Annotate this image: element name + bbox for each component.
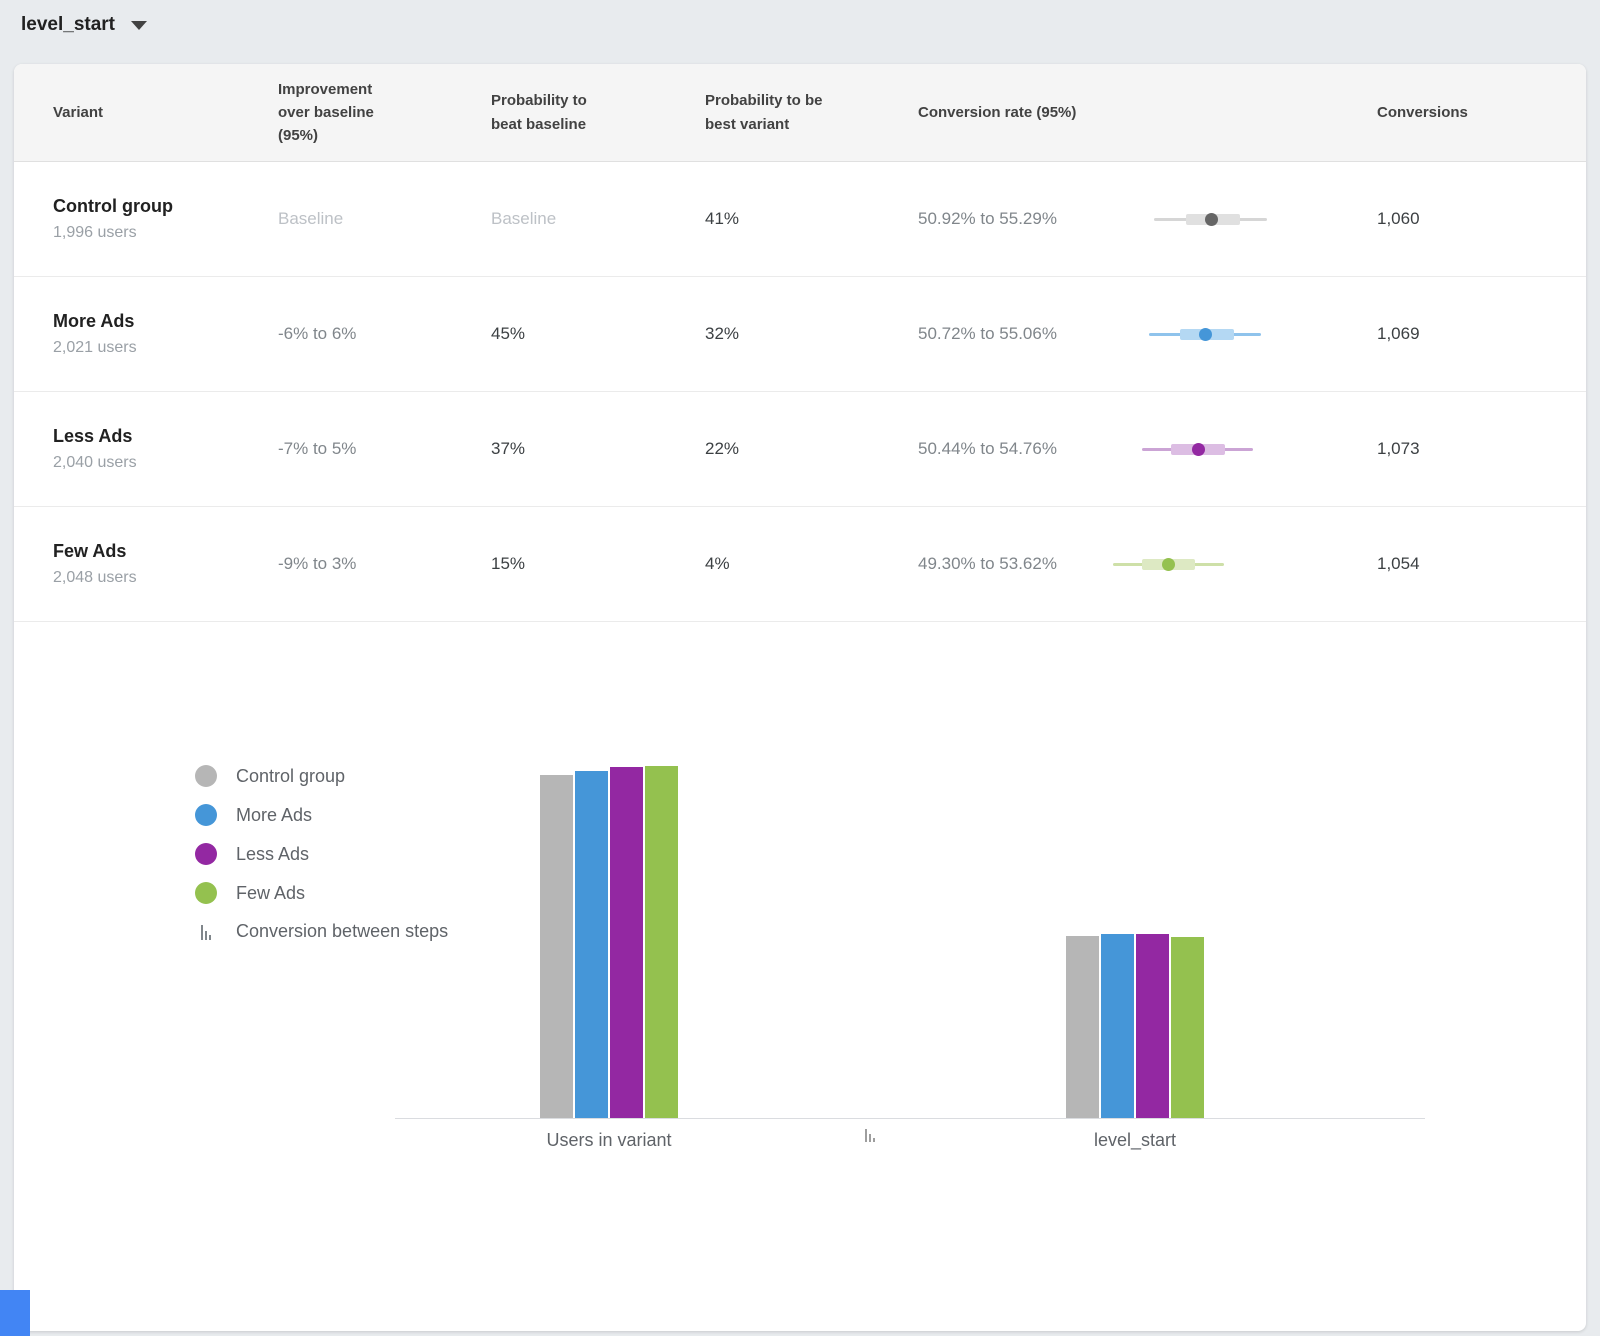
variant-cell: Few Ads 2,048 users xyxy=(53,541,278,587)
variant-user-count: 2,048 users xyxy=(53,569,278,587)
legend-color-swatch xyxy=(195,804,217,826)
conversions-count: 1,069 xyxy=(1377,324,1586,344)
legend-color-swatch xyxy=(195,765,217,787)
variant-user-count: 2,021 users xyxy=(53,339,278,357)
improvement-over-baseline-value: -7% to 5% xyxy=(278,439,491,459)
interval-median-dot xyxy=(1192,443,1205,456)
bar xyxy=(1171,937,1204,1118)
bar xyxy=(645,766,678,1118)
category-axis-label: level_start xyxy=(1066,1130,1204,1151)
conversion-rate-range: 50.92% to 55.29% xyxy=(918,209,1105,229)
conversion-rate-range: 50.72% to 55.06% xyxy=(918,324,1105,344)
conversion-between-steps-icon xyxy=(195,924,217,940)
bottom-left-partial-button[interactable] xyxy=(0,1290,30,1336)
event-selector[interactable]: level_start xyxy=(21,14,147,36)
legend-label: Few Ads xyxy=(236,883,305,904)
interval-median-dot xyxy=(1162,558,1175,571)
conversion-rate-interval-chart xyxy=(1105,438,1377,460)
experiment-results-card: Variant Improvement over baseline (95%) … xyxy=(14,64,1586,1331)
legend-label: Control group xyxy=(236,766,345,787)
topbar: level_start xyxy=(0,0,1600,50)
bar xyxy=(540,775,573,1118)
column-header-conversion-rate: Conversion rate (95%) xyxy=(918,101,1377,124)
column-header-variant: Variant xyxy=(53,101,278,124)
improvement-over-baseline-value: -6% to 6% xyxy=(278,324,491,344)
variant-user-count: 2,040 users xyxy=(53,454,278,472)
table-row: Few Ads 2,048 users-9% to 3%15%4%49.30% t… xyxy=(14,507,1586,622)
category-axis-label: Users in variant xyxy=(540,1130,678,1151)
probability-best-variant-value: 22% xyxy=(705,439,918,459)
column-header-prob-best-variant: Probability to be best variant xyxy=(705,89,825,136)
bar-group xyxy=(1066,934,1204,1118)
legend-label: More Ads xyxy=(236,805,312,826)
column-header-prob-beat-baseline: Probability to beat baseline xyxy=(491,89,611,136)
variant-name: Less Ads xyxy=(53,426,278,447)
column-header-improvement: Improvement over baseline (95%) xyxy=(278,78,398,148)
conversions-count: 1,073 xyxy=(1377,439,1586,459)
probability-beat-baseline-value: 45% xyxy=(491,324,705,344)
legend-color-swatch xyxy=(195,882,217,904)
variant-cell: Control group 1,996 users xyxy=(53,196,278,242)
table-row: Control group1,996 usersBaselineBaseline… xyxy=(14,162,1586,277)
variant-name: Control group xyxy=(53,196,278,217)
variant-cell: More Ads 2,021 users xyxy=(53,311,278,357)
conversion-rate-interval-chart xyxy=(1105,553,1377,575)
variant-name: Few Ads xyxy=(53,541,278,562)
conversion-rate-interval-chart xyxy=(1105,208,1377,230)
bar xyxy=(1136,934,1169,1118)
bar xyxy=(610,767,643,1118)
bar-chart-plot: Users in variantlevel_start xyxy=(395,622,1425,1119)
conversion-rate-interval-chart xyxy=(1105,323,1377,345)
conversion-rate-range: 50.44% to 54.76% xyxy=(918,439,1105,459)
improvement-over-baseline-value: -9% to 3% xyxy=(278,554,491,574)
probability-best-variant-value: 41% xyxy=(705,209,918,229)
event-selector-label: level_start xyxy=(21,14,115,36)
probability-beat-baseline-value: 15% xyxy=(491,554,705,574)
interval-median-dot xyxy=(1205,213,1218,226)
legend-color-swatch xyxy=(195,843,217,865)
probability-beat-baseline-value: Baseline xyxy=(491,209,705,229)
legend-label: Less Ads xyxy=(236,844,309,865)
variant-cell: Less Ads 2,040 users xyxy=(53,426,278,472)
conversions-count: 1,054 xyxy=(1377,554,1586,574)
bar-group xyxy=(540,766,678,1118)
funnel-chart-section: Control groupMore AdsLess AdsFew AdsConv… xyxy=(14,622,1586,1331)
bar xyxy=(1101,934,1134,1118)
chevron-down-icon xyxy=(131,21,147,30)
conversion-between-steps-icon xyxy=(865,1128,875,1142)
interval-median-dot xyxy=(1199,328,1212,341)
table-row: More Ads 2,021 users-6% to 6%45%32%50.72%… xyxy=(14,277,1586,392)
probability-beat-baseline-value: 37% xyxy=(491,439,705,459)
probability-best-variant-value: 4% xyxy=(705,554,918,574)
table-header-row: Variant Improvement over baseline (95%) … xyxy=(14,64,1586,162)
table-row: Less Ads 2,040 users-7% to 5%37%22%50.44%… xyxy=(14,392,1586,507)
variant-name: More Ads xyxy=(53,311,278,332)
column-header-conversions: Conversions xyxy=(1377,101,1586,124)
conversions-count: 1,060 xyxy=(1377,209,1586,229)
probability-best-variant-value: 32% xyxy=(705,324,918,344)
table-body: Control group1,996 usersBaselineBaseline… xyxy=(14,162,1586,622)
bar xyxy=(1066,936,1099,1118)
improvement-over-baseline-value: Baseline xyxy=(278,209,491,229)
bar xyxy=(575,771,608,1118)
conversion-rate-range: 49.30% to 53.62% xyxy=(918,554,1105,574)
variant-user-count: 1,996 users xyxy=(53,224,278,242)
